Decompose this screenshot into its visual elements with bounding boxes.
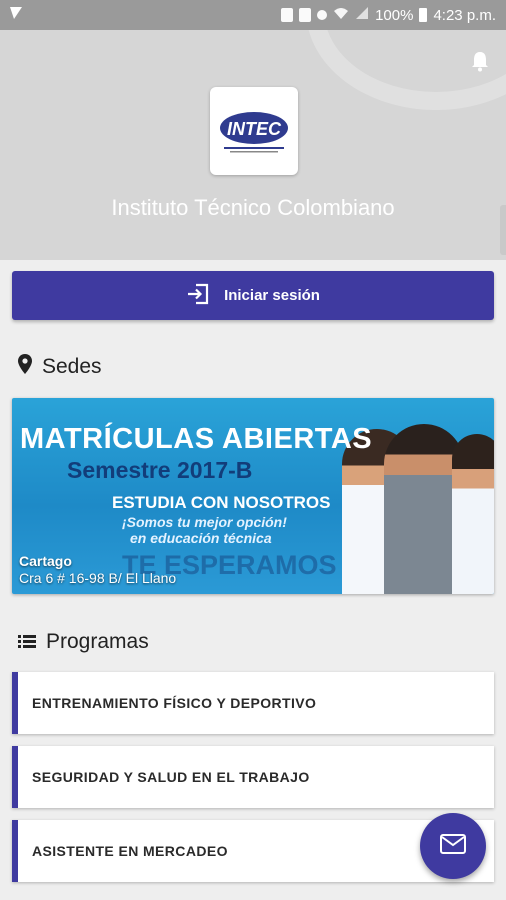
login-icon xyxy=(186,283,210,309)
program-item[interactable]: ENTRENAMIENTO FÍSICO Y DEPORTIVO xyxy=(12,672,494,734)
logo-text: INTEC xyxy=(227,119,282,139)
program-item[interactable]: SEGURIDAD Y SALUD EN EL TRABAJO xyxy=(12,746,494,808)
mail-icon xyxy=(440,833,466,859)
list-icon xyxy=(18,630,36,654)
sedes-heading: Sedes xyxy=(18,354,102,380)
mute-icon xyxy=(299,8,312,22)
banner-headline: MATRÍCULAS ABIERTAS xyxy=(20,423,373,455)
sede-city: Cartago xyxy=(19,553,72,569)
login-label: Iniciar sesión xyxy=(224,287,320,304)
side-drawer-handle[interactable] xyxy=(500,205,506,255)
program-label: ASISTENTE EN MERCADEO xyxy=(32,843,228,859)
institution-name: Instituto Técnico Colombiano xyxy=(111,195,395,220)
banner-subtagline: ¡Somos tu mejor opción! xyxy=(122,514,287,530)
institution-header: INTEC Instituto Técnico Colombiano xyxy=(0,30,506,260)
sedes-title: Sedes xyxy=(42,355,102,378)
banner-person-image xyxy=(452,434,494,594)
wifi-icon xyxy=(333,6,349,24)
institution-logo: INTEC xyxy=(210,87,298,175)
clock-icon xyxy=(317,10,328,20)
sede-card[interactable]: MATRÍCULAS ABIERTAS Semestre 2017-B ESTU… xyxy=(12,398,494,594)
programas-heading: Programas xyxy=(18,630,149,654)
program-label: SEGURIDAD Y SALUD EN EL TRABAJO xyxy=(32,769,310,785)
login-button[interactable]: Iniciar sesión xyxy=(12,271,494,320)
notifications-bell-icon[interactable] xyxy=(470,50,490,72)
alarm-icon xyxy=(281,8,294,22)
banner-tagline: ESTUDIA CON NOSOTROS xyxy=(112,493,331,512)
program-label: ENTRENAMIENTO FÍSICO Y DEPORTIVO xyxy=(32,695,317,711)
banner-semester: Semestre 2017-B xyxy=(67,457,253,483)
contact-fab-button[interactable] xyxy=(420,813,486,879)
programas-title: Programas xyxy=(46,630,149,653)
notification-icon xyxy=(8,6,24,24)
location-pin-icon xyxy=(18,354,32,380)
status-time: 4:23 p.m. xyxy=(433,6,496,24)
battery-icon xyxy=(419,8,428,22)
status-bar: 100% 4:23 p.m. xyxy=(0,0,506,30)
sede-address: Cra 6 # 16-98 B/ El Llano xyxy=(19,570,177,586)
banner-subtagline-2: en educación técnica xyxy=(130,530,272,546)
battery-percent: 100% xyxy=(375,6,414,24)
signal-icon xyxy=(355,6,369,24)
